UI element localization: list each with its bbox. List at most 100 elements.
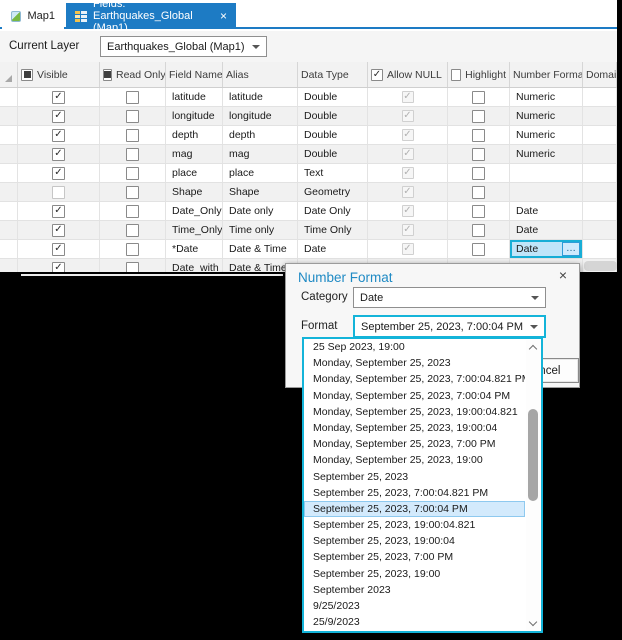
format-option[interactable]: Monday, September 25, 2023, 19:00:04.821 bbox=[304, 404, 525, 420]
cell-number-format[interactable]: Numeric bbox=[510, 107, 583, 125]
cell-alias[interactable]: depth bbox=[223, 126, 298, 144]
select-all-corner-icon[interactable] bbox=[5, 75, 12, 82]
highlight-checkbox[interactable] bbox=[472, 224, 485, 237]
column-header-data-type[interactable]: Data Type bbox=[298, 62, 368, 87]
format-option[interactable]: September 25, 2023, 7:00 PM bbox=[304, 549, 525, 565]
cell-read-only[interactable] bbox=[100, 107, 166, 125]
cell-alias[interactable]: Date & Time bbox=[223, 240, 298, 258]
highlight-checkbox[interactable] bbox=[472, 110, 485, 123]
visible-checkbox[interactable]: ✓ bbox=[52, 110, 65, 123]
format-option[interactable]: September 25, 2023, 19:00:04.821 bbox=[304, 517, 525, 533]
row-selector[interactable] bbox=[0, 259, 18, 272]
row-selector[interactable] bbox=[0, 107, 18, 125]
cell-field-name[interactable]: Shape bbox=[166, 183, 223, 201]
cell-highlight[interactable] bbox=[448, 221, 510, 239]
format-option[interactable]: September 2023 bbox=[304, 582, 525, 598]
row-selector[interactable] bbox=[0, 202, 18, 220]
format-option[interactable]: September 25, 2023, 19:00 bbox=[304, 566, 525, 582]
visible-checkbox[interactable]: ✓ bbox=[52, 167, 65, 180]
cell-field-name[interactable]: Date_with_TZ bbox=[166, 259, 223, 272]
cell-read-only[interactable] bbox=[100, 126, 166, 144]
row-selector[interactable] bbox=[0, 240, 18, 258]
read-only-checkbox[interactable] bbox=[126, 224, 139, 237]
cell-field-name[interactable]: latitude bbox=[166, 88, 223, 106]
cell-highlight[interactable] bbox=[448, 183, 510, 201]
cell-highlight[interactable] bbox=[448, 202, 510, 220]
cell-read-only[interactable] bbox=[100, 145, 166, 163]
cell-highlight[interactable] bbox=[448, 164, 510, 182]
format-option[interactable]: Monday, September 25, 2023, 19:00:04 bbox=[304, 420, 525, 436]
format-option[interactable]: Monday, September 25, 2023, 7:00:04.821 … bbox=[304, 371, 525, 387]
cell-field-name[interactable]: longitude bbox=[166, 107, 223, 125]
cell-alias[interactable]: latitude bbox=[223, 88, 298, 106]
format-option[interactable]: September 25, 2023 bbox=[304, 469, 525, 485]
read-only-checkbox[interactable] bbox=[126, 91, 139, 104]
cell-highlight[interactable] bbox=[448, 88, 510, 106]
format-option[interactable]: 25/9/2023 bbox=[304, 614, 525, 630]
cell-field-name[interactable]: depth bbox=[166, 126, 223, 144]
read-only-checkbox[interactable] bbox=[126, 205, 139, 218]
current-layer-dropdown[interactable]: Earthquakes_Global (Map1) bbox=[100, 36, 267, 57]
cell-number-format[interactable]: Numeric bbox=[510, 88, 583, 106]
visible-checkbox[interactable]: ✓ bbox=[52, 129, 65, 142]
cell-alias[interactable]: longitude bbox=[223, 107, 298, 125]
cell-read-only[interactable] bbox=[100, 221, 166, 239]
format-option[interactable]: Monday, September 25, 2023, 7:00 PM bbox=[304, 436, 525, 452]
cell-visible[interactable] bbox=[18, 183, 100, 201]
scroll-up-icon[interactable] bbox=[529, 345, 537, 353]
highlight-checkbox[interactable] bbox=[472, 167, 485, 180]
vertical-scrollbar-thumb[interactable] bbox=[528, 409, 538, 501]
cell-number-format[interactable]: Date bbox=[510, 221, 583, 239]
row-selector[interactable] bbox=[0, 164, 18, 182]
cell-visible[interactable]: ✓ bbox=[18, 107, 100, 125]
cell-highlight[interactable] bbox=[448, 107, 510, 125]
cell-visible[interactable]: ✓ bbox=[18, 259, 100, 272]
tab-fields-earthquakes[interactable]: Fields: Earthquakes_Global (Map1) × bbox=[66, 3, 236, 29]
highlight-checkbox[interactable] bbox=[472, 205, 485, 218]
column-header-domain[interactable]: Domain bbox=[583, 62, 617, 87]
cell-read-only[interactable] bbox=[100, 88, 166, 106]
highlight-checkbox[interactable] bbox=[472, 91, 485, 104]
cell-number-format[interactable]: Date… bbox=[510, 240, 583, 258]
number-format-ellipsis-button[interactable]: … bbox=[562, 242, 580, 256]
column-header-number-format[interactable]: Number Format bbox=[510, 62, 583, 87]
format-option[interactable]: September 25, 2023, 7:00:04.821 PM bbox=[304, 485, 525, 501]
read-only-checkbox[interactable] bbox=[126, 243, 139, 256]
cell-visible[interactable]: ✓ bbox=[18, 88, 100, 106]
highlight-checkbox[interactable] bbox=[472, 148, 485, 161]
highlight-checkbox[interactable] bbox=[472, 186, 485, 199]
row-selector[interactable] bbox=[0, 88, 18, 106]
cell-read-only[interactable] bbox=[100, 164, 166, 182]
format-option[interactable]: Monday, September 25, 2023, 7:00:04 PM bbox=[304, 388, 525, 404]
read-only-checkbox[interactable] bbox=[126, 167, 139, 180]
highlight-checkbox[interactable] bbox=[472, 129, 485, 142]
column-header-alias[interactable]: Alias bbox=[223, 62, 298, 87]
visible-checkbox[interactable] bbox=[52, 186, 65, 199]
read-only-checkbox[interactable] bbox=[126, 262, 139, 273]
highlight-checkbox[interactable] bbox=[472, 243, 485, 256]
cell-read-only[interactable] bbox=[100, 240, 166, 258]
column-header-allow-null[interactable]: ✓Allow NULL bbox=[368, 62, 448, 87]
column-header-field-name[interactable]: Field Name bbox=[166, 62, 223, 87]
header-checkbox-visible[interactable] bbox=[21, 69, 33, 81]
category-dropdown[interactable]: Date bbox=[353, 287, 546, 308]
cell-alias[interactable]: Date only bbox=[223, 202, 298, 220]
row-selector[interactable] bbox=[0, 126, 18, 144]
read-only-checkbox[interactable] bbox=[126, 186, 139, 199]
format-option[interactable]: Monday, September 25, 2023, 19:00 bbox=[304, 452, 525, 468]
visible-checkbox[interactable]: ✓ bbox=[52, 224, 65, 237]
visible-checkbox[interactable]: ✓ bbox=[52, 148, 65, 161]
row-selector[interactable] bbox=[0, 183, 18, 201]
header-checkbox-read-only[interactable] bbox=[103, 69, 112, 81]
row-selector[interactable] bbox=[0, 145, 18, 163]
cell-read-only[interactable] bbox=[100, 202, 166, 220]
cell-read-only[interactable] bbox=[100, 183, 166, 201]
format-option[interactable]: Monday, September 25, 2023 bbox=[304, 355, 525, 371]
cell-highlight[interactable] bbox=[448, 145, 510, 163]
cell-visible[interactable]: ✓ bbox=[18, 202, 100, 220]
cell-number-format[interactable]: Numeric bbox=[510, 126, 583, 144]
cell-alias[interactable]: Time only bbox=[223, 221, 298, 239]
visible-checkbox[interactable]: ✓ bbox=[52, 243, 65, 256]
format-dropdown[interactable]: September 25, 2023, 7:00:04 PM bbox=[353, 315, 546, 338]
cell-field-name[interactable]: Time_Only bbox=[166, 221, 223, 239]
